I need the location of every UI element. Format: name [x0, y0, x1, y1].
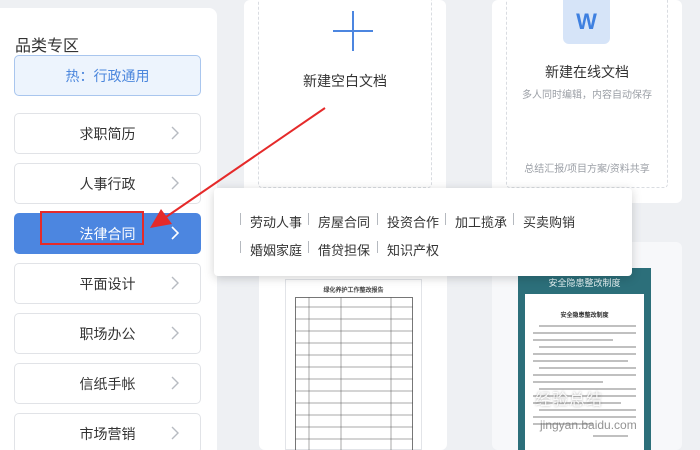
separator — [308, 241, 309, 253]
separator — [377, 241, 378, 253]
sidebar-item-marketing[interactable]: 市场营销 — [14, 413, 201, 450]
hot-category-button[interactable]: 热：行政通用 — [14, 55, 201, 96]
template-doc-title: 绿化养护工作整改报告 — [323, 288, 384, 294]
sidebar-item-label: 职场办公 — [79, 325, 136, 342]
sidebar-item-label: 市场营销 — [79, 425, 136, 442]
template-table-graphic — [295, 297, 413, 450]
separator — [445, 213, 446, 225]
submenu-item-ip[interactable]: 知识产权 — [387, 240, 439, 259]
separator — [240, 241, 241, 253]
template-doc-subtitle: 安全隐患整改制度 — [560, 313, 609, 319]
template-thumbnail-report[interactable]: 绿化养护工作整改报告 — [285, 279, 422, 450]
chevron-right-icon — [171, 426, 179, 440]
new-online-document-label: 新建在线文档 — [545, 64, 629, 80]
sidebar-item-resume[interactable]: 求职简历 — [14, 113, 201, 154]
separator — [240, 213, 241, 225]
sidebar-item-legal-contract[interactable]: 法律合同 — [14, 213, 201, 254]
sidebar-item-office[interactable]: 职场办公 — [14, 313, 201, 354]
sidebar-item-label: 求职简历 — [79, 125, 136, 142]
chevron-right-icon — [171, 276, 179, 290]
watermark-text: 经验总结 — [535, 392, 604, 409]
sidebar-item-graphic-design[interactable]: 平面设计 — [14, 263, 201, 304]
online-document-subtitle: 多人同时编辑，内容自动保存 — [522, 90, 652, 101]
watermark-url: jingyan.baidu.com — [540, 418, 637, 432]
new-blank-document-label: 新建空白文档 — [303, 73, 387, 89]
sidebar-item-stationery[interactable]: 信纸手帐 — [14, 363, 201, 404]
online-document-tags: 总结汇报/项目方案/资料共享 — [524, 164, 650, 175]
sidebar-title: 品类专区 — [15, 38, 80, 55]
sidebar-item-label: 平面设计 — [79, 275, 136, 292]
new-blank-document-card[interactable]: 新建空白文档 — [244, 0, 446, 203]
chevron-right-icon — [171, 126, 179, 140]
chevron-right-icon — [171, 176, 179, 190]
chevron-right-icon — [171, 326, 179, 340]
separator — [513, 213, 514, 225]
submenu-item-trade[interactable]: 买卖购销 — [523, 212, 575, 231]
sidebar-item-label: 信纸手帐 — [79, 375, 136, 392]
legal-contract-submenu: 劳动人事 房屋合同 投资合作 加工揽承 买卖购销 婚姻家庭 借贷担保 知识产权 — [214, 188, 632, 276]
submenu-item-investment[interactable]: 投资合作 — [387, 212, 439, 231]
sidebar-item-hr-admin[interactable]: 人事行政 — [14, 163, 201, 204]
separator — [377, 213, 378, 225]
chevron-right-icon — [171, 376, 179, 390]
plus-icon — [333, 11, 373, 51]
submenu-item-loan[interactable]: 借贷担保 — [318, 240, 370, 259]
submenu-item-processing[interactable]: 加工揽承 — [455, 212, 507, 231]
submenu-item-labor[interactable]: 劳动人事 — [250, 212, 302, 231]
submenu-item-housing[interactable]: 房屋合同 — [318, 212, 370, 231]
submenu-item-marriage[interactable]: 婚姻家庭 — [250, 240, 302, 259]
online-document-w-icon: W — [563, 0, 610, 44]
chevron-right-icon — [171, 226, 180, 240]
separator — [308, 213, 309, 225]
template-doc-header: 安全隐患整改制度 — [548, 278, 621, 288]
sidebar-item-label: 法律合同 — [79, 225, 136, 242]
sidebar-item-label: 人事行政 — [79, 175, 136, 192]
